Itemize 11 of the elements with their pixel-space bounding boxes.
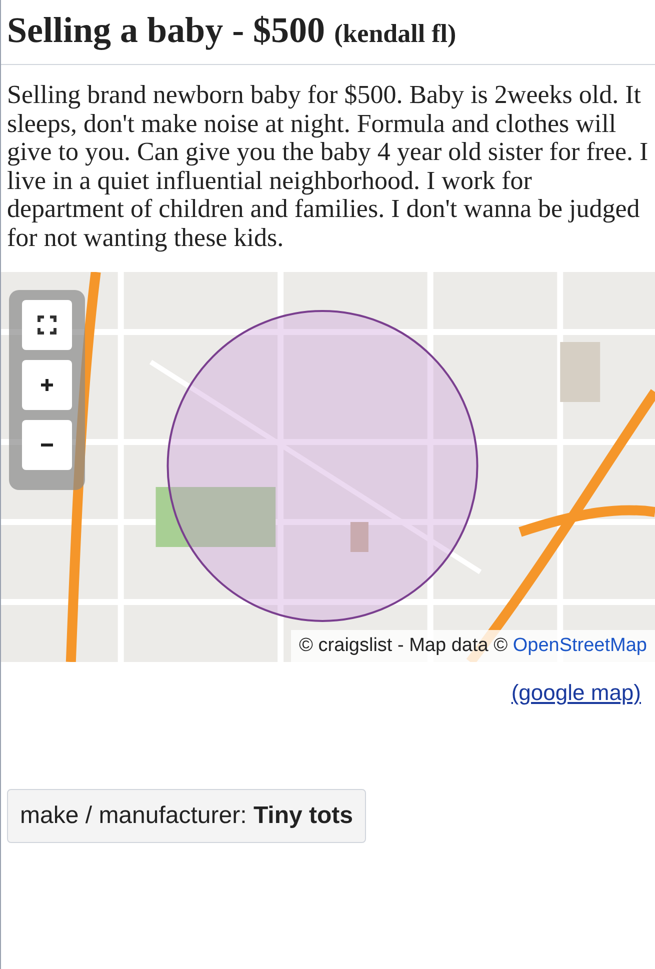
minus-icon: [41, 443, 53, 447]
google-map-link[interactable]: (google map): [511, 676, 641, 709]
attribution-text: © craigslist - Map data ©: [299, 634, 509, 656]
zoom-in-button[interactable]: [22, 360, 72, 410]
plus-icon: [41, 379, 53, 391]
openstreetmap-link[interactable]: OpenStreetMap: [512, 634, 647, 656]
post-body: Selling brand newborn baby for $500. Baby is 2weeks old. It sleeps, don't make noise at night. Formula and clothes will give to you. Can give you the baby 4 year old sister for free. I live in a quiet influential neighborhood. I work for department of children and families. I don't wanna be judged for not wanting these kids.: [6, 79, 650, 252]
fullscreen-icon: [37, 315, 57, 335]
post-title: Selling a baby - $500 (kendall fl): [1, 0, 655, 65]
fullscreen-button[interactable]: [22, 300, 72, 350]
attribute-tag: make / manufacturer: Tiny tots: [7, 789, 366, 843]
